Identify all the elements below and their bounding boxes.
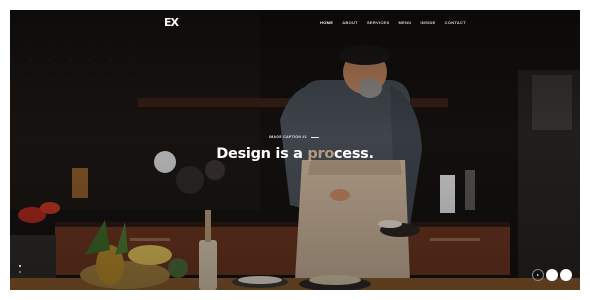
caption-divider (310, 136, 319, 138)
brand-logo[interactable]: EX (164, 16, 179, 29)
play-button[interactable] (532, 269, 544, 281)
hero-headline: Design is a process. (10, 146, 580, 162)
nav-item-about[interactable]: ABOUT (342, 20, 358, 25)
play-icon (537, 274, 539, 276)
slide-dot-1[interactable] (19, 265, 21, 267)
slide-dot-2[interactable] (19, 271, 21, 273)
slide-pagination (19, 265, 21, 273)
nav-item-services[interactable]: SERVICES (367, 20, 390, 25)
next-slide-button[interactable] (560, 269, 572, 281)
hero-slider: EX HOME ABOUT SERVICES MENU INSIDE CONTA… (10, 10, 580, 290)
image-caption: IMAGE CAPTION #1 (269, 135, 319, 139)
headline-part-1: Design is a (216, 146, 308, 162)
nav-item-inside[interactable]: INSIDE (420, 20, 435, 25)
nav-item-menu[interactable]: MENU (399, 20, 412, 25)
nav-item-home[interactable]: HOME (320, 20, 333, 25)
main-nav: HOME ABOUT SERVICES MENU INSIDE CONTACT (320, 20, 466, 25)
nav-item-contact[interactable]: CONTACT (445, 20, 466, 25)
image-caption-text: IMAGE CAPTION #1 (269, 135, 307, 139)
headline-highlight: pro (307, 146, 334, 162)
prev-slide-button[interactable] (546, 269, 558, 281)
slider-controls (532, 269, 572, 281)
headline-part-2: cess. (334, 146, 374, 162)
